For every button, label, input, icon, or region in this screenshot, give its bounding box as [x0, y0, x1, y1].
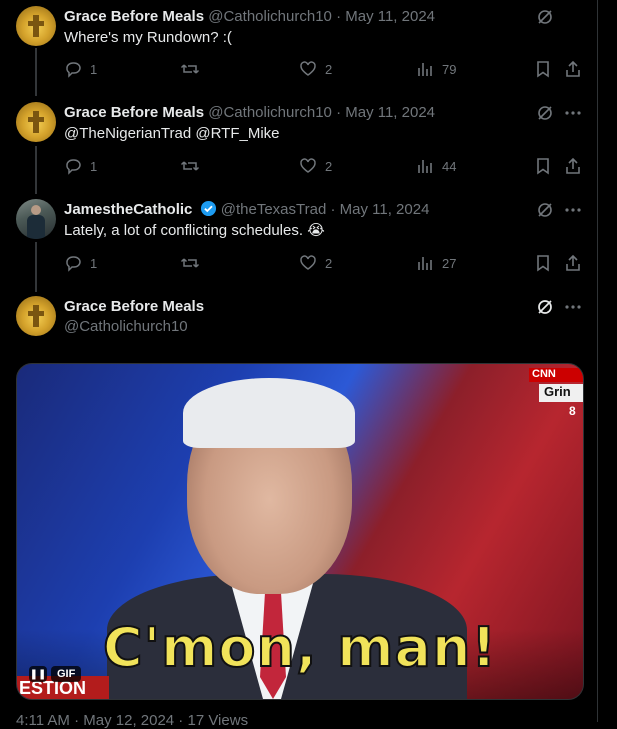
tweet-text: Where's my Rundown? :(	[64, 29, 232, 46]
handle[interactable]: @Catholichurch10	[208, 8, 332, 25]
grok-icon[interactable]	[536, 298, 554, 321]
handle[interactable]: @Catholichurch10	[64, 317, 188, 337]
repost-button[interactable]	[180, 157, 200, 175]
avatar[interactable]	[16, 6, 56, 46]
repost-icon	[180, 161, 200, 171]
tweet-header: Grace Before Meals @Catholichurch10 · Ma…	[64, 7, 435, 27]
main-tweet-name: Grace Before Meals	[64, 297, 204, 317]
cnn-graphic-text: Grin	[539, 384, 583, 402]
like-button[interactable]: 2	[299, 254, 332, 272]
view-count: 79	[442, 61, 457, 77]
analytics-icon	[418, 257, 432, 270]
share-button[interactable]	[564, 254, 582, 272]
views-button[interactable]: 44	[416, 157, 456, 175]
like-count: 2	[325, 255, 333, 271]
share-icon	[566, 157, 580, 174]
display-name[interactable]: JamestheCatholic	[64, 201, 192, 218]
reply-count: 1	[90, 255, 98, 271]
verified-badge-icon	[200, 200, 217, 223]
thread-line	[35, 146, 37, 194]
repost-icon	[180, 258, 200, 268]
grok-icon[interactable]	[536, 201, 554, 224]
share-icon	[566, 60, 580, 77]
tweet-actions: 1 2 44	[64, 157, 584, 177]
reply-button[interactable]: 1	[64, 157, 97, 175]
bookmark-icon	[537, 255, 549, 272]
heart-icon	[300, 255, 316, 270]
views-button[interactable]: 27	[416, 254, 456, 272]
reply-icon	[66, 159, 81, 175]
conversation-column: Grace Before Meals @Catholichurch10 · Ma…	[0, 0, 598, 729]
heart-icon	[300, 158, 316, 173]
gif-media[interactable]: CNN Grin 8 ESTION C'mon, man! ❚❚ GIF	[16, 363, 584, 700]
reply-count: 1	[90, 158, 98, 174]
more-icon[interactable]	[564, 298, 582, 321]
repost-button[interactable]	[180, 60, 200, 78]
separator: ·	[330, 201, 336, 218]
repost-icon	[180, 64, 200, 74]
reply-count: 1	[90, 61, 98, 77]
like-count: 2	[325, 158, 333, 174]
analytics-icon	[418, 63, 432, 76]
grok-icon[interactable]	[536, 104, 554, 127]
bookmark-button[interactable]	[534, 60, 552, 78]
tweet-actions: 1 2 79	[64, 60, 584, 80]
reply-icon	[66, 62, 81, 78]
heart-icon	[300, 61, 316, 76]
reply-icon	[66, 256, 81, 272]
timestamp[interactable]: May 11, 2024	[345, 104, 435, 121]
thread-line	[35, 242, 37, 292]
share-button[interactable]	[564, 157, 582, 175]
like-count: 2	[325, 61, 333, 77]
timestamp[interactable]: May 11, 2024	[345, 8, 435, 25]
tweet-timestamp-views[interactable]: 4:11 AM · May 12, 2024 · 17 Views	[16, 712, 248, 729]
bookmark-icon	[537, 158, 549, 175]
handle[interactable]: @theTexasTrad	[221, 201, 327, 218]
reply-button[interactable]: 1	[64, 60, 97, 78]
gif-caption: C'mon, man!	[102, 615, 498, 680]
more-icon[interactable]	[564, 201, 582, 224]
like-button[interactable]: 2	[299, 60, 332, 78]
like-button[interactable]: 2	[299, 157, 332, 175]
share-button[interactable]	[564, 60, 582, 78]
handle[interactable]: @Catholichurch10	[208, 104, 332, 121]
bookmark-button[interactable]	[534, 254, 552, 272]
gif-figure-hair	[183, 378, 355, 448]
repost-button[interactable]	[180, 254, 200, 272]
cnn-logo: CNN	[529, 368, 583, 382]
column-border	[597, 0, 598, 722]
display-name[interactable]: Grace Before Meals	[64, 298, 204, 315]
gif-badge: GIF	[51, 666, 82, 682]
gif-controls: ❚❚ GIF	[29, 666, 82, 682]
tweet-header: JamestheCatholic @theTexasTrad · May 11,…	[64, 200, 429, 223]
separator: ·	[336, 8, 342, 25]
timestamp[interactable]: May 11, 2024	[340, 201, 430, 218]
grok-icon[interactable]	[536, 8, 554, 31]
views-button[interactable]: 79	[416, 60, 456, 78]
cnn-graphic-number: 8	[569, 404, 576, 418]
bookmark-button[interactable]	[534, 157, 552, 175]
pause-icon[interactable]: ❚❚	[29, 666, 47, 682]
view-count: 44	[442, 158, 457, 174]
avatar[interactable]	[16, 199, 56, 239]
display-name[interactable]: Grace Before Meals	[64, 104, 204, 121]
tweet-text: Lately, a lot of conflicting schedules. …	[64, 222, 325, 239]
view-count: 27	[442, 255, 457, 271]
separator: ·	[336, 104, 342, 121]
more-icon[interactable]	[564, 104, 582, 127]
avatar[interactable]	[16, 102, 56, 142]
tweet-text: @TheNigerianTrad @RTF_Mike	[64, 125, 280, 142]
tweet-header: Grace Before Meals @Catholichurch10 · Ma…	[64, 103, 435, 123]
bookmark-icon	[537, 61, 549, 78]
thread-line	[35, 48, 37, 96]
avatar[interactable]	[16, 296, 56, 336]
tweet-actions: 1 2 27	[64, 254, 584, 274]
analytics-icon	[418, 160, 432, 173]
display-name[interactable]: Grace Before Meals	[64, 8, 204, 25]
reply-button[interactable]: 1	[64, 254, 97, 272]
share-icon	[566, 254, 580, 271]
